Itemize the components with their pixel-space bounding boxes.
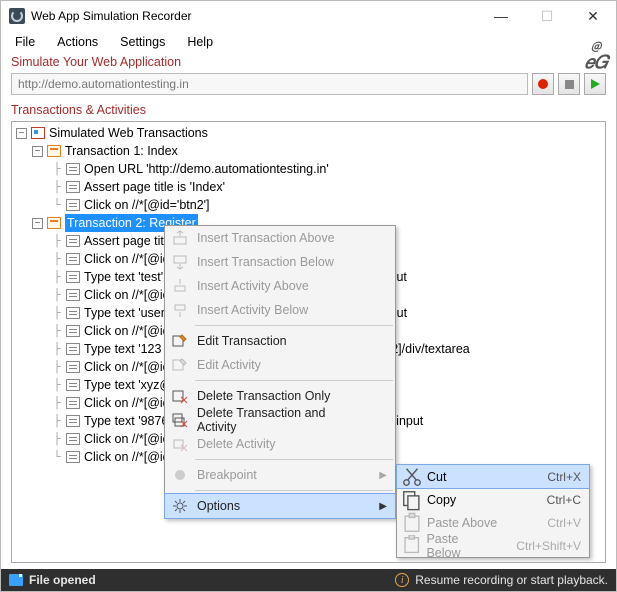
stop-button[interactable]	[558, 73, 580, 95]
activity-icon	[66, 271, 80, 283]
record-button[interactable]	[532, 73, 554, 95]
menu-separator	[195, 380, 393, 381]
minimize-button[interactable]: —	[478, 1, 524, 31]
tree-transaction-1[interactable]: − Transaction 1: Index	[12, 142, 605, 160]
collapse-icon[interactable]: −	[16, 128, 27, 139]
maximize-button[interactable]: ☐	[524, 1, 570, 31]
activity-icon	[66, 307, 80, 319]
transaction-icon	[47, 145, 61, 157]
chevron-right-icon: ▶	[379, 470, 387, 481]
breakpoint-icon	[169, 465, 191, 485]
context-menu: Insert Transaction Above Insert Transact…	[164, 225, 396, 519]
ctx-insert-transaction-below: Insert Transaction Below	[165, 250, 395, 274]
gear-icon	[169, 496, 191, 516]
play-button[interactable]	[584, 73, 606, 95]
ctx-options[interactable]: Options▶	[165, 494, 395, 518]
url-row	[1, 69, 616, 101]
simulation-icon	[31, 127, 45, 139]
activity-icon	[66, 433, 80, 445]
info-icon: i	[395, 573, 409, 587]
copy-icon	[401, 490, 423, 510]
activity-icon	[66, 289, 80, 301]
submenu-copy[interactable]: CopyCtrl+C	[397, 488, 589, 511]
submenu-paste-below: Paste BelowCtrl+Shift+V	[397, 534, 589, 557]
activity-icon	[66, 451, 80, 463]
tree-root[interactable]: − Simulated Web Transactions	[12, 124, 605, 142]
activity-icon	[66, 253, 80, 265]
chevron-right-icon: ▶	[379, 501, 387, 512]
save-icon	[9, 574, 23, 586]
ctx-insert-activity-below: Insert Activity Below	[165, 298, 395, 322]
activity-icon	[66, 415, 80, 427]
insert-below-icon	[169, 300, 191, 320]
edit-icon	[169, 355, 191, 375]
app-icon	[9, 8, 25, 24]
ctx-insert-activity-above: Insert Activity Above	[165, 274, 395, 298]
window-controls: — ☐ ✕	[478, 1, 616, 31]
ctx-edit-activity: Edit Activity	[165, 353, 395, 377]
options-submenu: CutCtrl+X CopyCtrl+C Paste AboveCtrl+V P…	[396, 464, 590, 558]
tree-activity[interactable]: ├Assert page title is 'Index'	[12, 178, 605, 196]
brand-logo: ＠ 𝑒𝐺	[585, 39, 608, 69]
menu-file[interactable]: File	[5, 33, 45, 51]
menu-separator	[195, 459, 393, 460]
insert-below-icon	[169, 252, 191, 272]
ctx-delete-transaction-activity[interactable]: Delete Transaction and Activity	[165, 408, 395, 432]
title-bar: Web App Simulation Recorder — ☐ ✕	[1, 1, 616, 31]
delete-icon	[169, 434, 191, 454]
status-left: File opened	[9, 573, 96, 587]
delete-icon	[169, 410, 191, 430]
activity-icon	[66, 199, 80, 211]
submenu-cut[interactable]: CutCtrl+X	[397, 465, 589, 488]
status-right: i Resume recording or start playback.	[395, 573, 608, 587]
activity-icon	[66, 325, 80, 337]
menu-help[interactable]: Help	[177, 33, 223, 51]
paste-icon	[401, 536, 422, 556]
collapse-icon[interactable]: −	[32, 146, 43, 157]
activity-icon	[66, 181, 80, 193]
tree-activity[interactable]: ├Open URL 'http://demo.automationtesting…	[12, 160, 605, 178]
app-window: Web App Simulation Recorder — ☐ ✕ File A…	[0, 0, 617, 592]
ctx-delete-activity: Delete Activity	[165, 432, 395, 456]
activity-icon	[66, 397, 80, 409]
tree-activity[interactable]: └Click on //*[@id='btn2']	[12, 196, 605, 214]
ctx-edit-transaction[interactable]: Edit Transaction	[165, 329, 395, 353]
activity-icon	[66, 163, 80, 175]
url-input[interactable]	[11, 73, 528, 95]
simulate-row: Simulate Your Web Application ＠ 𝑒𝐺	[1, 53, 616, 69]
insert-above-icon	[169, 276, 191, 296]
tree-panel: − Simulated Web Transactions − Transacti…	[11, 121, 606, 563]
menu-separator	[195, 490, 393, 491]
ctx-breakpoint: Breakpoint▶	[165, 463, 395, 487]
simulate-label: Simulate Your Web Application	[11, 55, 181, 69]
paste-icon	[401, 513, 423, 533]
close-button[interactable]: ✕	[570, 1, 616, 31]
activity-icon	[66, 235, 80, 247]
menu-bar: File Actions Settings Help	[1, 31, 616, 53]
collapse-icon[interactable]: −	[32, 218, 43, 229]
insert-above-icon	[169, 228, 191, 248]
ctx-delete-transaction-only[interactable]: Delete Transaction Only	[165, 384, 395, 408]
status-bar: File opened i Resume recording or start …	[1, 569, 616, 591]
transactions-label: Transactions & Activities	[1, 101, 616, 121]
transaction-icon	[47, 217, 61, 229]
menu-settings[interactable]: Settings	[110, 33, 175, 51]
activity-icon	[66, 361, 80, 373]
menu-actions[interactable]: Actions	[47, 33, 108, 51]
cut-icon	[401, 467, 423, 487]
activity-icon	[66, 379, 80, 391]
window-title: Web App Simulation Recorder	[31, 9, 478, 23]
ctx-insert-transaction-above: Insert Transaction Above	[165, 226, 395, 250]
delete-icon	[169, 386, 191, 406]
activity-icon	[66, 343, 80, 355]
menu-separator	[195, 325, 393, 326]
edit-icon	[169, 331, 191, 351]
